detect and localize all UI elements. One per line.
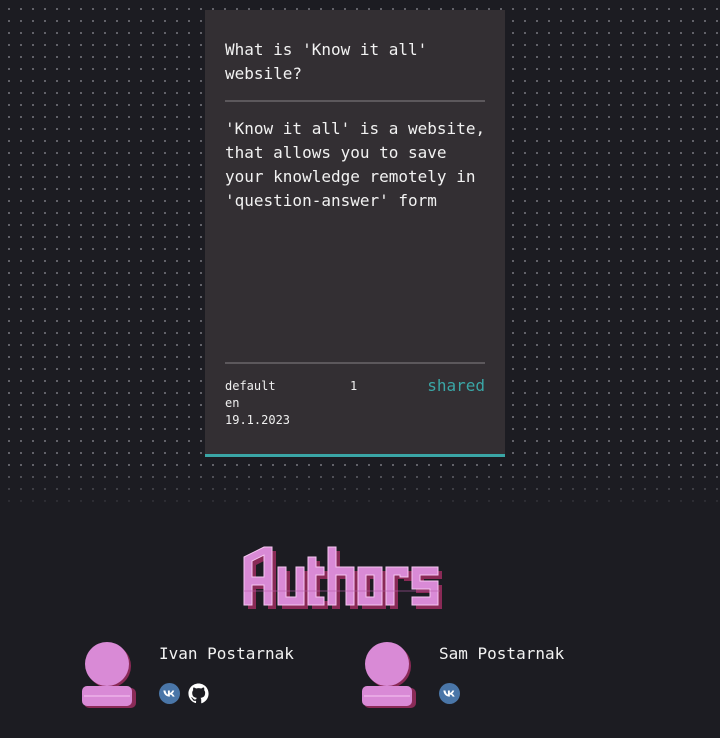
author-name: Ivan Postarnak — [159, 644, 294, 663]
vk-icon[interactable] — [439, 683, 460, 704]
user-avatar-icon — [82, 642, 136, 708]
question-card[interactable]: What is 'Know it all' websile? 'Know it … — [205, 10, 505, 457]
card-shared-label[interactable]: shared — [427, 376, 485, 396]
card-date: 19.1.2023 — [225, 413, 291, 427]
card-answer: 'Know it all' is a website, that allows … — [225, 119, 486, 210]
card-category: default — [225, 379, 276, 393]
author-links — [159, 683, 209, 704]
authors-title — [240, 543, 472, 615]
github-icon[interactable] — [188, 683, 209, 704]
user-avatar-icon — [362, 642, 416, 708]
author-name: Sam Postarnak — [439, 644, 565, 663]
authors-title-logo — [243, 546, 442, 609]
card-count: 1 — [350, 379, 358, 393]
card-divider-bottom — [225, 362, 485, 364]
card-language: en — [225, 396, 240, 410]
card-meta: default en 19.1.2023 — [225, 378, 290, 429]
vk-icon[interactable] — [159, 683, 180, 704]
author-links — [439, 683, 460, 704]
card-question: What is 'Know it all' websile? — [225, 40, 428, 83]
card-divider-top — [225, 100, 485, 102]
